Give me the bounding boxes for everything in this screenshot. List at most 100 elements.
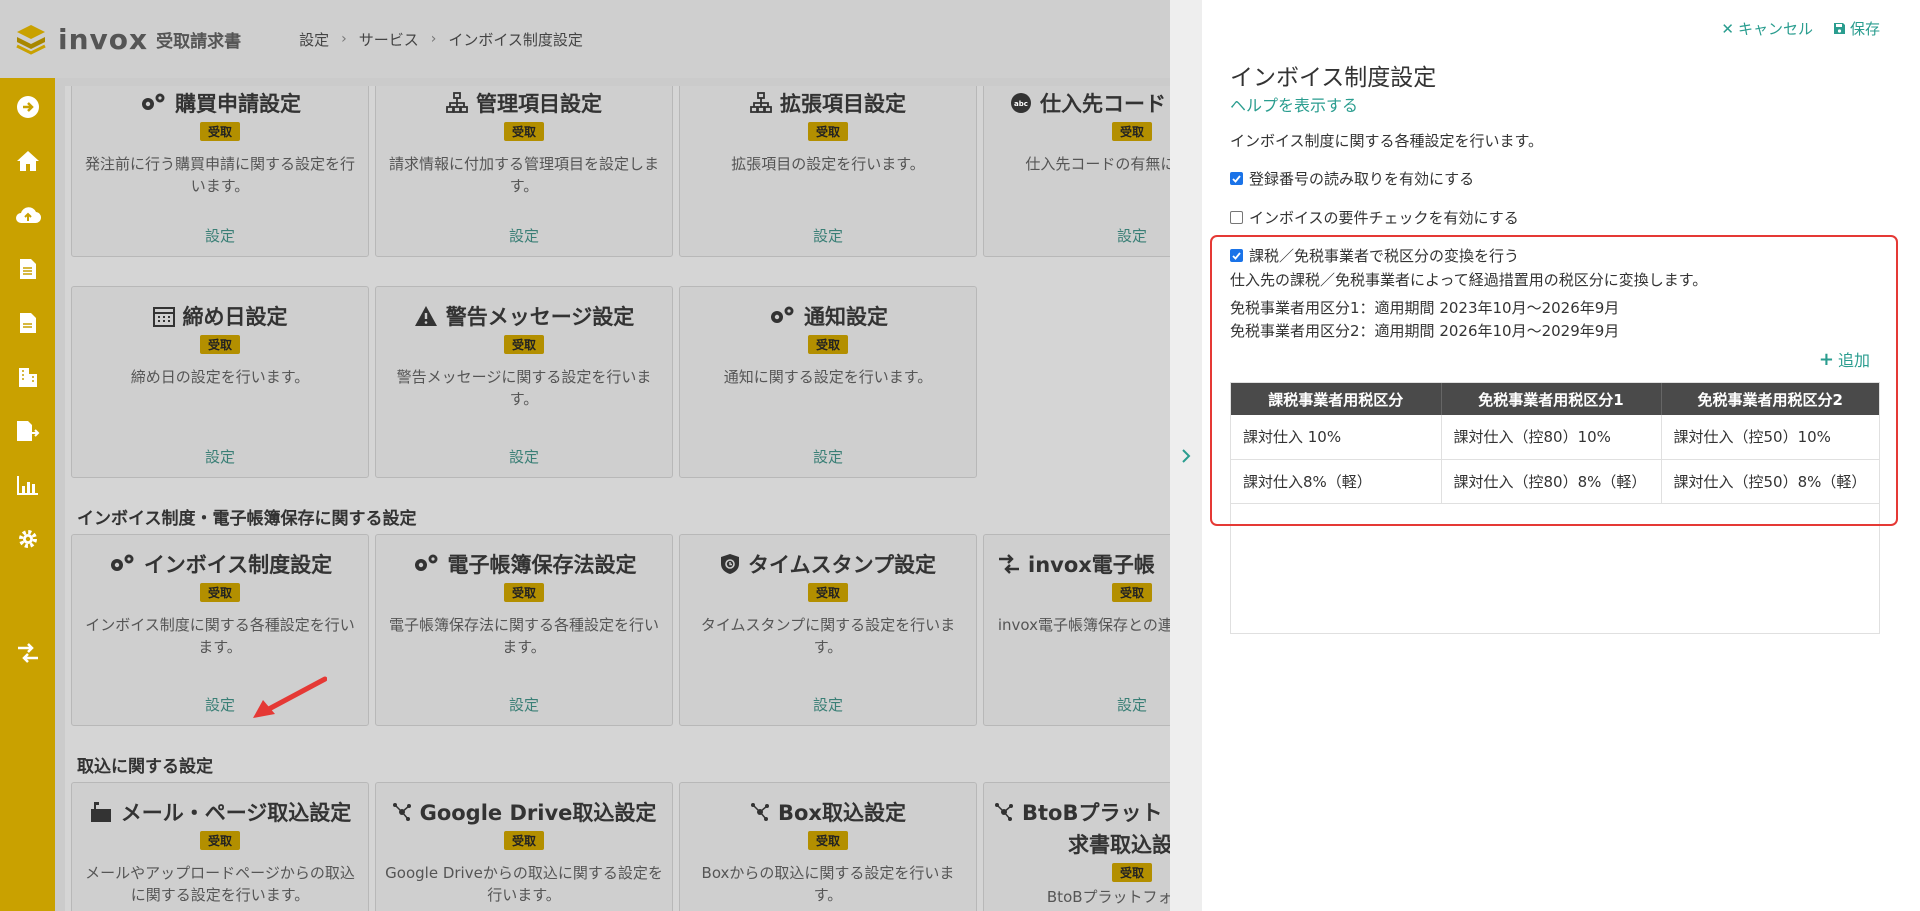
breadcrumb-settings[interactable]: 設定 xyxy=(299,29,329,50)
badge-receive: 受取 xyxy=(807,122,848,141)
app-logo[interactable]: invox 受取請求書 xyxy=(14,22,241,56)
card-title: 管理項目設定 xyxy=(476,92,602,116)
card-settings-link[interactable]: 設定 xyxy=(376,225,672,246)
building-icon[interactable] xyxy=(15,364,41,390)
document-icon[interactable] xyxy=(15,256,41,282)
card-settings-link[interactable]: 設定 xyxy=(680,446,976,467)
mailbox-icon xyxy=(90,802,111,822)
home-icon[interactable] xyxy=(15,148,41,174)
close-icon: ✕ xyxy=(1721,19,1734,38)
card-description: メールやアップロードページからの取込に関する設定を行います。 xyxy=(85,864,355,904)
chevron-right-icon: › xyxy=(341,31,347,47)
badge-receive: 受取 xyxy=(807,335,848,354)
card-title: メール・ページ取込設定 xyxy=(120,801,352,825)
card-extension-items: 拡張項目設定 受取 拡張項目の設定を行います。 設定 xyxy=(679,86,977,257)
badge-receive: 受取 xyxy=(1111,583,1152,602)
card-description: 電子帳簿保存法に関する各種設定を行います。 xyxy=(388,616,659,656)
section-heading-invoice: インボイス制度・電子帳簿保存に関する設定 xyxy=(77,509,417,529)
card-title: Google Drive取込設定 xyxy=(419,801,657,825)
card-description: 拡張項目の設定を行います。 xyxy=(731,155,925,173)
export-document-icon[interactable] xyxy=(15,418,41,444)
card-description: 請求情報に付加する管理項目を設定します。 xyxy=(388,155,659,195)
card-title: タイムスタンプ設定 xyxy=(748,553,936,577)
breadcrumb: 設定 › サービス › インボイス制度設定 xyxy=(299,29,583,50)
card-title: BtoBプラット xyxy=(1022,801,1163,825)
checkbox-checked[interactable] xyxy=(1230,172,1243,185)
badge-receive: 受取 xyxy=(503,831,544,850)
panel-actions: ✕ キャンセル 保存 xyxy=(1721,18,1880,39)
card-settings-link[interactable]: 設定 xyxy=(680,694,976,715)
card-description: 通知に関する設定を行います。 xyxy=(723,368,933,386)
help-link[interactable]: ヘルプを表示する xyxy=(1230,92,1358,116)
nodes-icon xyxy=(751,803,769,821)
section-heading-import: 取込に関する設定 xyxy=(77,757,213,777)
card-description: 締め日の設定を行います。 xyxy=(130,368,310,386)
card-settings-link[interactable]: 設定 xyxy=(376,446,672,467)
card-settings-link[interactable]: 設定 xyxy=(680,225,976,246)
badge-receive: 受取 xyxy=(503,335,544,354)
product-name: 受取請求書 xyxy=(156,31,242,52)
exchange-icon xyxy=(999,554,1019,574)
cancel-button[interactable]: ✕ キャンセル xyxy=(1721,18,1813,39)
card-description: Google Driveからの取込に関する設定を行います。 xyxy=(385,864,663,904)
checkbox-unchecked[interactable] xyxy=(1230,211,1243,224)
document-lines-icon[interactable] xyxy=(15,310,41,336)
option-registration-number-reading[interactable]: 登録番号の読み取りを有効にする xyxy=(1230,168,1474,189)
chevron-right-icon: › xyxy=(430,31,437,47)
card-title: 警告メッセージ設定 xyxy=(445,305,635,329)
badge-receive: 受取 xyxy=(1111,122,1152,141)
card-settings-link[interactable]: 設定 xyxy=(984,694,1170,715)
card-description: タイムスタンプに関する設定を行います。 xyxy=(700,616,956,656)
card-settings-link[interactable]: 設定 xyxy=(376,694,672,715)
top-bar: invox 受取請求書 設定 › サービス › インボイス制度設定 xyxy=(0,0,1170,78)
chart-icon[interactable] xyxy=(15,472,41,498)
badge-receive: 受取 xyxy=(199,122,240,141)
card-settings-link[interactable]: 設定 xyxy=(984,225,1170,246)
sidebar xyxy=(0,78,55,911)
card-closing-date: 締め日設定 受取 締め日の設定を行います。 設定 xyxy=(71,286,369,478)
breadcrumb-current: インボイス制度設定 xyxy=(448,30,583,49)
card-settings-link[interactable]: 設定 xyxy=(72,225,368,246)
card-supplier-code: abc 仕入先コード 受取 仕入先コードの有無によ ます。 設定 xyxy=(983,86,1170,257)
badge-receive: 受取 xyxy=(807,583,848,602)
cloud-upload-icon[interactable] xyxy=(15,202,41,228)
gear-icon[interactable] xyxy=(15,526,41,552)
badge-receive: 受取 xyxy=(807,831,848,850)
exchange-icon[interactable] xyxy=(15,640,41,666)
red-arrow-annotation xyxy=(253,676,327,718)
badge-receive: 受取 xyxy=(199,831,240,850)
breadcrumb-service[interactable]: サービス xyxy=(359,29,419,50)
svg-text:abc: abc xyxy=(1014,100,1028,108)
card-description: インボイス制度に関する各種設定を行います。 xyxy=(85,616,355,656)
card-description: 発注前に行う購買申請に関する設定を行います。 xyxy=(84,155,355,195)
panel-collapse-toggle[interactable] xyxy=(1170,0,1202,911)
badge-receive: 受取 xyxy=(1111,863,1152,882)
card-title: invox電子帳 xyxy=(1028,553,1155,577)
arrow-right-circle-icon[interactable] xyxy=(15,94,41,120)
save-label: 保存 xyxy=(1849,20,1880,38)
warning-icon xyxy=(414,306,437,326)
card-title: 購買申請設定 xyxy=(175,92,301,116)
sitemap-icon xyxy=(446,92,468,113)
option-label: 登録番号の読み取りを有効にする xyxy=(1249,170,1475,188)
cancel-label: キャンセル xyxy=(1737,20,1813,38)
card-title-line2: 求書取込設 xyxy=(1068,833,1170,857)
card-description: 仕入先コードの有無によ ます。 xyxy=(1025,155,1170,173)
nodes-icon xyxy=(392,803,411,821)
card-title: インボイス制度設定 xyxy=(143,553,333,577)
card-btob-import: BtoBプラット 求書取込設 受取 BtoBプラットフォーム請 xyxy=(983,782,1170,911)
card-description: 警告メッセージに関する設定を行います。 xyxy=(396,368,652,408)
main-content: 購買申請設定 受取 発注前に行う購買申請に関する設定を行います。 設定 管理項目… xyxy=(55,78,1170,911)
badge-receive: 受取 xyxy=(503,583,544,602)
card-settings-link[interactable]: 設定 xyxy=(72,446,368,467)
option-requirement-check[interactable]: インボイスの要件チェックを有効にする xyxy=(1230,207,1519,228)
card-title: 拡張項目設定 xyxy=(780,92,906,116)
gears-icon xyxy=(771,306,794,323)
card-mail-page-import: メール・ページ取込設定 受取 メールやアップロードページからの取込に関する設定を… xyxy=(71,782,369,911)
badge-settings: 受取 xyxy=(199,335,240,354)
card-notification: 通知設定 受取 通知に関する設定を行います。 設定 xyxy=(679,286,977,478)
card-management-items: 管理項目設定 受取 請求情報に付加する管理項目を設定します。 設定 xyxy=(375,86,673,257)
card-purchase-request: 購買申請設定 受取 発注前に行う購買申請に関する設定を行います。 設定 xyxy=(71,86,369,257)
brand-name: invox xyxy=(58,22,149,56)
save-button[interactable]: 保存 xyxy=(1833,18,1880,39)
